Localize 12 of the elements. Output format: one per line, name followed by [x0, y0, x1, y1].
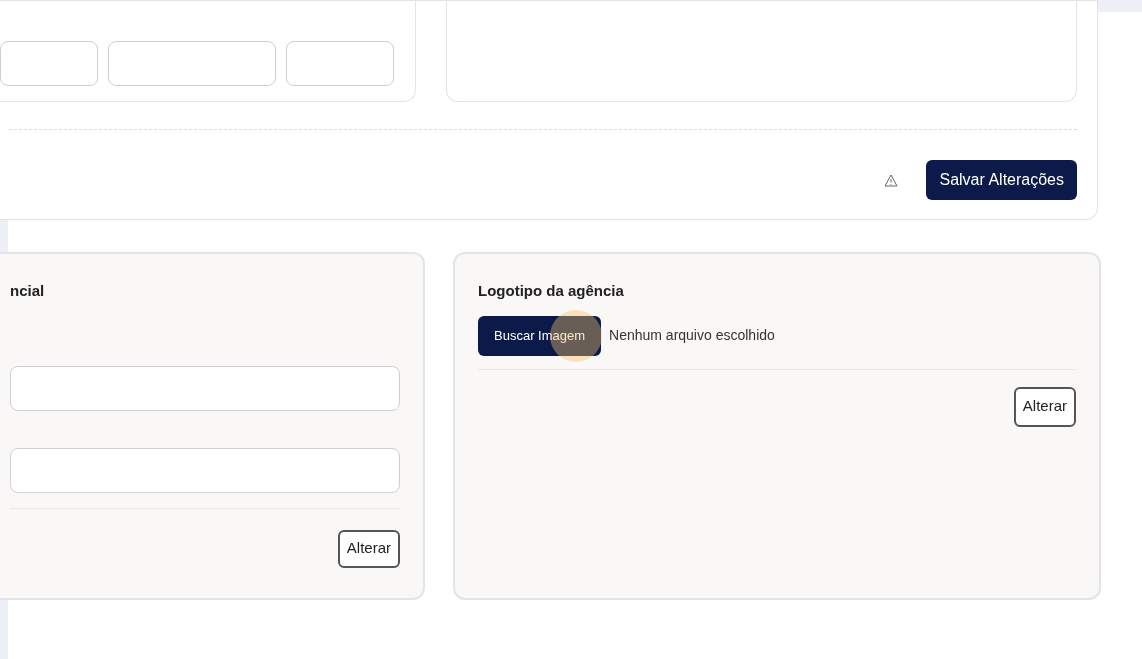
input-field[interactable] — [108, 41, 276, 86]
input-field[interactable] — [286, 41, 394, 86]
input-field[interactable] — [0, 41, 98, 86]
change-button[interactable]: Alterar — [1013, 386, 1076, 427]
file-status-text: Nenhum arquivo escolhido — [609, 326, 775, 345]
card-title: Logotipo da agência — [478, 281, 625, 301]
card-title: ncial — [10, 281, 46, 301]
change-button[interactable]: Alterar — [337, 529, 400, 568]
warning-icon — [884, 173, 899, 187]
input-field[interactable] — [10, 447, 400, 493]
save-button[interactable]: Salvar Alterações — [926, 160, 1077, 200]
input-field[interactable] — [10, 365, 400, 411]
